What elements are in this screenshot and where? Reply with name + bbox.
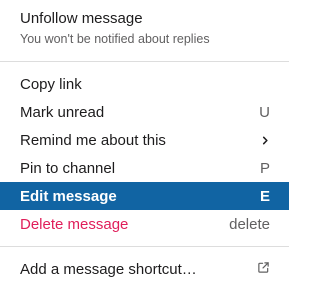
unfollow-message-description: You won't be notified about replies bbox=[20, 32, 210, 46]
unfollow-message-label: Unfollow message bbox=[20, 10, 143, 27]
mark-unread-item[interactable]: Mark unread U bbox=[0, 98, 289, 126]
remind-me-item[interactable]: Remind me about this bbox=[0, 126, 289, 154]
mark-unread-shortcut: U bbox=[259, 103, 270, 121]
copy-link-label: Copy link bbox=[20, 75, 82, 93]
copy-link-item[interactable]: Copy link bbox=[0, 70, 289, 98]
external-link-icon bbox=[257, 261, 270, 278]
pin-to-channel-item[interactable]: Pin to channel P bbox=[0, 154, 289, 182]
pin-to-channel-label: Pin to channel bbox=[20, 159, 116, 177]
chevron-right-icon bbox=[261, 132, 270, 149]
message-actions-menu: Unfollow message You won't be notified a… bbox=[0, 0, 289, 288]
unfollow-message-item[interactable]: Unfollow message You won't be notified a… bbox=[20, 9, 280, 48]
edit-message-label: Edit message bbox=[20, 187, 117, 205]
pin-to-channel-shortcut: P bbox=[259, 159, 270, 177]
menu-divider bbox=[0, 246, 289, 247]
remind-me-label: Remind me about this bbox=[20, 131, 166, 149]
edit-message-item[interactable]: Edit message E bbox=[0, 182, 289, 210]
menu-divider bbox=[0, 61, 289, 62]
add-message-shortcut-label: Add a message shortcut… bbox=[20, 260, 197, 278]
edit-message-shortcut: E bbox=[259, 187, 270, 205]
add-message-shortcut-item[interactable]: Add a message shortcut… bbox=[0, 255, 289, 283]
mark-unread-label: Mark unread bbox=[20, 103, 105, 121]
delete-message-label: Delete message bbox=[20, 215, 129, 233]
delete-message-item[interactable]: Delete message delete bbox=[0, 210, 289, 238]
delete-message-shortcut: delete bbox=[229, 215, 270, 233]
